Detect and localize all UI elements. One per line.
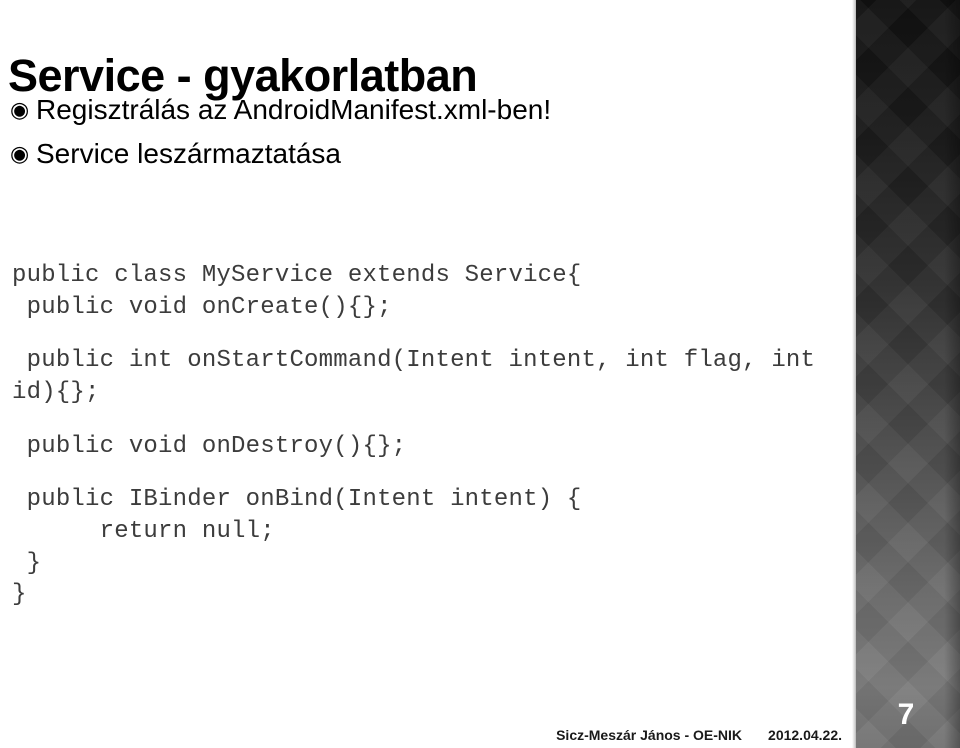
fisheye-bullet-icon: ◉ bbox=[10, 140, 30, 166]
bullet-item: ◉ Regisztrálás az AndroidManifest.xml-be… bbox=[10, 92, 830, 129]
sidebar-panel: 7 bbox=[856, 0, 960, 748]
bullet-item-label: Regisztrálás az AndroidManifest.xml-ben! bbox=[36, 94, 552, 125]
footer-author: Sicz-Meszár János - OE-NIK bbox=[556, 727, 743, 743]
code-line: public int onStartCommand(Intent intent,… bbox=[12, 347, 830, 407]
bullet-item-label: Service leszármaztatása bbox=[36, 137, 342, 169]
code-line: public class MyService extends Service{ bbox=[12, 262, 582, 289]
sidebar-shadow bbox=[944, 0, 960, 748]
code-line: public void onDestroy(){}; bbox=[12, 432, 407, 460]
code-line: } bbox=[12, 581, 27, 609]
presentation-slide: Service - gyakorlatban ◉ Regisztrálás az… bbox=[0, 0, 960, 748]
code-line: public void onCreate(){}; bbox=[12, 293, 392, 321]
page-number: 7 bbox=[897, 698, 915, 731]
slide-footer: Sicz-Meszár János - OE-NIK 2012.04.22. bbox=[0, 727, 852, 743]
footer-date: 2012.04.22. bbox=[768, 727, 842, 743]
bullet-item: ◉ Service leszármaztatása bbox=[10, 136, 830, 173]
fisheye-bullet-icon: ◉ bbox=[10, 97, 30, 122]
code-line: public IBinder onBind(Intent intent) { bbox=[12, 486, 582, 514]
decorative-sidebar: 7 bbox=[852, 0, 960, 748]
code-line: } bbox=[12, 549, 42, 577]
code-block: public class MyService extends Service{ … bbox=[12, 260, 822, 611]
bullet-list: ◉ Regisztrálás az AndroidManifest.xml-be… bbox=[10, 92, 830, 180]
code-line: return null; bbox=[12, 518, 275, 546]
